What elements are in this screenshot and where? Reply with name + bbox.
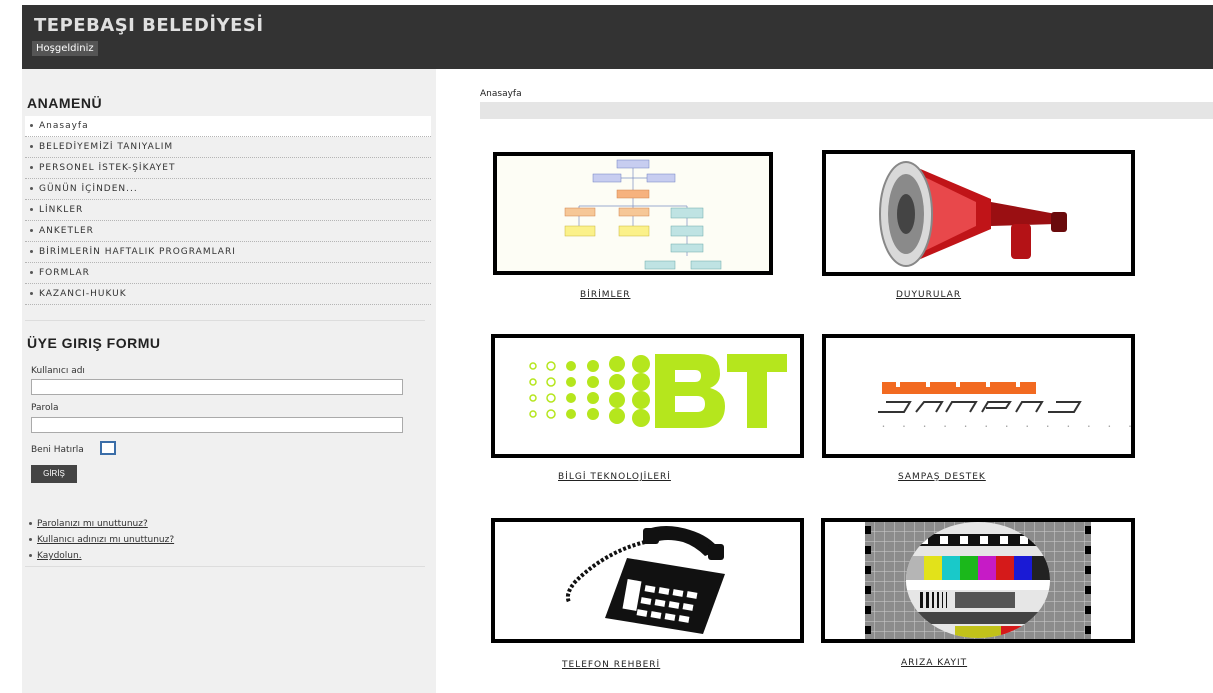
ariza-kayit-link[interactable]: ARIZA KAYIT — [901, 658, 967, 668]
section-divider — [25, 320, 425, 321]
bullet-icon — [30, 187, 33, 190]
username-label: Kullanıcı adı — [31, 366, 85, 376]
bullet-icon — [29, 554, 32, 557]
bullet-icon — [30, 124, 33, 127]
menu-item-kazanci-hukuk[interactable]: KAZANCI-HUKUK — [25, 284, 431, 305]
duyurular-tile[interactable] — [822, 150, 1135, 276]
menu-item-haftalik-programlar[interactable]: BİRİMLERİN HAFTALIK PROGRAMLARI — [25, 242, 431, 263]
telefon-rehberi-tile[interactable] — [491, 518, 804, 643]
bullet-icon — [30, 145, 33, 148]
test-pattern-icon — [825, 522, 1131, 639]
bilgi-teknolojileri-link[interactable]: BİLGİ TEKNOLOJİLERİ — [558, 472, 671, 482]
password-input[interactable] — [31, 417, 403, 433]
ariza-kayit-tile[interactable] — [821, 518, 1135, 643]
birimler-tile[interactable] — [493, 152, 773, 275]
telefon-rehberi-link[interactable]: TELEFON REHBERİ — [562, 660, 660, 670]
site-header: TEPEBAŞI BELEDİYESİ Hoşgeldiniz — [22, 5, 1213, 69]
megaphone-icon — [826, 154, 1131, 272]
menu-item-linkler[interactable]: LİNKLER — [25, 200, 431, 221]
list-item: Kullanıcı adınızı mı unuttunuz? — [29, 532, 174, 548]
bt-logo-icon — [495, 338, 800, 454]
menu-item-formlar[interactable]: FORMLAR — [25, 263, 431, 284]
main-menu: Anasayfa BELEDİYEMİZİ TANIYALIM PERSONEL… — [25, 116, 431, 305]
telephone-icon — [495, 522, 800, 639]
bullet-icon — [30, 229, 33, 232]
menu-item-personel-istek-sikayet[interactable]: PERSONEL İSTEK-ŞİKAYET — [25, 158, 431, 179]
bullet-icon — [30, 208, 33, 211]
bilgi-teknolojileri-tile[interactable] — [491, 334, 804, 458]
password-label: Parola — [31, 403, 59, 413]
breadcrumb: Anasayfa — [480, 89, 522, 99]
svg-text:• • • • • • • • • • • • • •: • • • • • • • • • • • • • • — [882, 424, 1131, 430]
menu-item-belediyemizi-taniyalim[interactable]: BELEDİYEMİZİ TANIYALIM — [25, 137, 431, 158]
bullet-icon — [30, 292, 33, 295]
menu-item-gunun-icinden[interactable]: GÜNÜN İÇİNDEN... — [25, 179, 431, 200]
org-chart-icon — [497, 156, 769, 271]
list-item: Kaydolun. — [29, 548, 174, 564]
bullet-icon — [30, 166, 33, 169]
site-title: TEPEBAŞI BELEDİYESİ — [34, 15, 264, 36]
register-link[interactable]: Kaydolun. — [37, 551, 82, 561]
remember-label: Beni Hatırla — [31, 445, 84, 455]
sampas-destek-link[interactable]: SAMPAŞ DESTEK — [898, 472, 986, 482]
sampas-logo-icon: • • • • • • • • • • • • • • — [826, 338, 1131, 454]
sampas-destek-tile[interactable]: • • • • • • • • • • • • • • — [822, 334, 1135, 458]
bullet-icon — [30, 271, 33, 274]
forgot-username-link[interactable]: Kullanıcı adınızı mı unuttunuz? — [37, 535, 174, 545]
main-menu-title: ANAMENÜ — [27, 95, 103, 111]
bullet-icon — [30, 250, 33, 253]
login-links: Parolanızı mı unuttunuz? Kullanıcı adını… — [29, 516, 174, 564]
bullet-icon — [29, 538, 32, 541]
breadcrumb-bar — [480, 102, 1213, 119]
menu-item-anasayfa[interactable]: Anasayfa — [25, 116, 431, 137]
duyurular-link[interactable]: DUYURULAR — [896, 290, 961, 300]
login-button[interactable]: GİRİŞ — [31, 465, 77, 483]
forgot-password-link[interactable]: Parolanızı mı unuttunuz? — [37, 519, 148, 529]
welcome-badge: Hoşgeldiniz — [32, 41, 98, 56]
menu-item-anketler[interactable]: ANKETLER — [25, 221, 431, 242]
sidebar: ANAMENÜ Anasayfa BELEDİYEMİZİ TANIYALIM … — [22, 69, 436, 693]
birimler-link[interactable]: BİRİMLER — [580, 290, 630, 300]
login-form-title: ÜYE GIRIŞ FORMU — [27, 335, 161, 351]
section-divider — [25, 566, 425, 567]
remember-checkbox[interactable] — [100, 441, 116, 455]
bullet-icon — [29, 522, 32, 525]
username-input[interactable] — [31, 379, 403, 395]
list-item: Parolanızı mı unuttunuz? — [29, 516, 174, 532]
